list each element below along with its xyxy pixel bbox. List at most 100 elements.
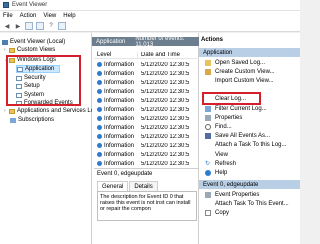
tree-item-security[interactable]: Security (16, 74, 46, 82)
row-date: 5/12/2020 12:30:5 (141, 142, 190, 149)
table-row[interactable]: Information 5/12/2020 12:30:5 (94, 96, 197, 105)
log-icon (17, 66, 23, 72)
properties-icon (205, 114, 211, 121)
properties-icon[interactable] (36, 22, 44, 30)
tree-label: Forwarded Events (24, 100, 73, 106)
actions-title: Actions (201, 37, 224, 43)
table-row[interactable]: Information 5/12/2020 12:30:5 (94, 141, 197, 150)
help-icon[interactable]: ? (47, 22, 55, 30)
tree-item-forwarded-events[interactable]: Forwarded Events (16, 99, 73, 107)
events-grid-header: Level Date and Time (94, 51, 197, 59)
action-label: Filter Current Log... (215, 105, 267, 112)
row-date: 5/12/2020 12:30:5 (141, 88, 190, 95)
event-description[interactable]: The description for Event ID 0 that rais… (97, 191, 197, 221)
tree-item-apps-services[interactable]: › Applications and Services Lo (4, 107, 94, 115)
action-find[interactable]: Find... (205, 122, 232, 131)
menu-file[interactable]: File (3, 13, 13, 19)
action-attach-task-event[interactable]: Attach Task To This Event... (205, 199, 289, 208)
back-icon[interactable]: ◀ (3, 22, 11, 30)
column-date[interactable]: Date and Time (138, 52, 197, 58)
action-refresh[interactable]: ↻ Refresh (205, 159, 236, 168)
table-row[interactable]: Information 5/12/2020 12:30:5 (94, 60, 197, 69)
refresh-icon: ↻ (205, 160, 211, 167)
folder-icon (9, 47, 15, 53)
tree-label: Subscriptions (18, 117, 55, 123)
table-row[interactable]: Information 5/12/2020 12:30:5 (94, 132, 197, 141)
detail-title: Event 0, edgeupdate (97, 171, 153, 177)
table-row[interactable]: Information 5/12/2020 12:30:5 (94, 114, 197, 123)
tree-item-custom-views[interactable]: › Custom Views (4, 46, 55, 54)
find-icon (205, 123, 211, 130)
table-row[interactable]: Information 5/12/2020 12:30:5 (94, 123, 197, 132)
table-row[interactable]: Information 5/12/2020 12:30:5 (94, 150, 197, 159)
action-save-all-events[interactable]: Save All Events As... (205, 131, 270, 140)
info-icon (97, 89, 102, 94)
event-viewer-icon (3, 2, 9, 8)
row-date: 5/12/2020 12:30:5 (141, 61, 190, 68)
row-date: 5/12/2020 12:30:5 (141, 79, 190, 86)
table-row[interactable]: Information 5/12/2020 12:30:5 (94, 78, 197, 87)
save-icon (205, 132, 211, 139)
column-level[interactable]: Level (94, 51, 138, 58)
title-bar: Event Viewer (0, 0, 300, 11)
row-date: 5/12/2020 12:30:5 (141, 115, 190, 122)
section-application[interactable]: Application (199, 48, 300, 57)
info-icon (97, 161, 102, 166)
action-filter-current-log[interactable]: Filter Current Log... (205, 104, 267, 113)
task-icon (205, 201, 211, 207)
action-import-custom-view[interactable]: Import Custom View... (205, 76, 274, 85)
section-event[interactable]: Event 0, edgeupdate (199, 180, 300, 189)
log-icon (16, 92, 22, 98)
import-icon (205, 78, 211, 84)
action-help[interactable]: Help (205, 168, 227, 177)
action-create-custom-view[interactable]: Create Custom View... (205, 67, 275, 76)
subscriptions-icon (10, 117, 16, 123)
show-hide-tree-icon[interactable] (58, 22, 66, 30)
properties-icon (205, 191, 211, 198)
row-date: 5/12/2020 12:30:5 (141, 70, 190, 77)
menu-action[interactable]: Action (20, 13, 37, 19)
action-copy[interactable]: Copy (205, 208, 229, 217)
action-clear-log[interactable]: Clear Log... (205, 94, 246, 103)
menu-view[interactable]: View (43, 13, 56, 19)
log-icon (16, 83, 22, 89)
action-open-saved-log[interactable]: Open Saved Log... (205, 58, 265, 67)
action-label: Event Properties (215, 191, 260, 198)
tree-item-root[interactable]: Event Viewer (Local) (2, 38, 65, 46)
row-date: 5/12/2020 12:30:5 (141, 151, 190, 158)
filter-icon (205, 68, 211, 75)
action-label: Copy (215, 209, 230, 216)
tree-label: Event Viewer (Local) (10, 39, 66, 45)
menu-help[interactable]: Help (63, 13, 75, 19)
action-event-properties[interactable]: Event Properties (205, 190, 259, 199)
action-label: Refresh (215, 160, 237, 167)
action-label: Create Custom View... (215, 68, 275, 75)
up-folder-icon[interactable] (25, 22, 33, 30)
info-icon (97, 116, 102, 121)
tree-item-windows-logs[interactable]: ⌄ Windows Logs (4, 56, 56, 64)
tree-item-setup[interactable]: Setup (16, 82, 40, 90)
action-label: Find... (215, 123, 232, 130)
tree-item-application[interactable]: Application (16, 65, 60, 73)
table-row[interactable]: Information 5/12/2020 12:30:5 (94, 159, 197, 168)
row-level: Information (104, 97, 135, 104)
table-row[interactable]: Information 5/12/2020 12:30:5 (94, 69, 197, 78)
action-label: Clear Log... (215, 95, 247, 102)
action-view[interactable]: View (205, 150, 228, 159)
row-level: Information (104, 70, 135, 77)
table-row[interactable]: Information 5/12/2020 12:30:5 (94, 87, 197, 96)
log-icon (16, 75, 22, 81)
row-level: Information (104, 133, 135, 140)
action-properties[interactable]: Properties (205, 113, 242, 122)
info-icon (97, 125, 102, 130)
row-date: 5/12/2020 12:30:5 (141, 97, 190, 104)
tree-item-system[interactable]: System (16, 91, 44, 99)
action-label: View (215, 151, 228, 158)
action-attach-task[interactable]: Attach a Task To this Log... (205, 140, 287, 149)
forward-icon[interactable]: ▶ (14, 22, 22, 30)
actions-pane: Actions Application Open Saved Log... Cr… (199, 33, 300, 244)
tree-item-subscriptions[interactable]: Subscriptions (10, 116, 54, 124)
table-row[interactable]: Information 5/12/2020 12:30:5 (94, 105, 197, 114)
event-viewer-icon (2, 39, 8, 45)
window-title: Event Viewer (12, 2, 48, 8)
